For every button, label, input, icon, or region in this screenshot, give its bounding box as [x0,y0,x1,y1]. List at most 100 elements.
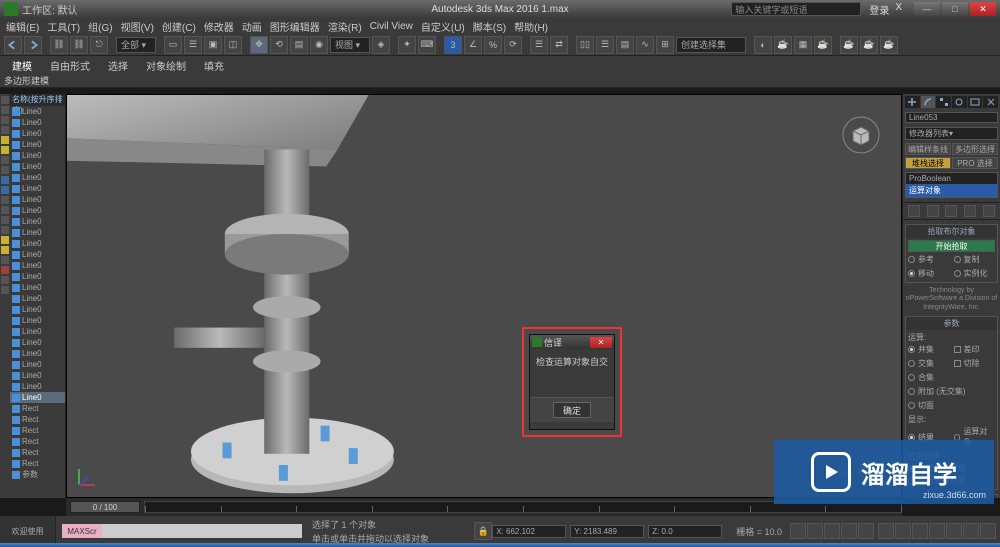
list-item[interactable]: Line0 [10,260,65,271]
undo-button[interactable] [4,36,22,54]
render-button[interactable]: ☕ [814,36,832,54]
opt-move[interactable]: 移动 [918,268,934,279]
sub-poly[interactable]: 多边形建模 [4,74,49,87]
render-production-button[interactable]: ☕ [840,36,858,54]
list-item[interactable]: Line0 [10,205,65,216]
workspace-label[interactable]: 工作区: 默认 [22,2,78,17]
list-item[interactable]: Line0 [10,117,65,128]
list-item[interactable]: Line0 [10,161,65,172]
angle-snap-button[interactable]: ∠ [464,36,482,54]
activeshade-button[interactable]: ☕ [880,36,898,54]
scene-explorer[interactable]: 名称(按升序排序) Line0Line0Line0Line0Line0Line0… [10,94,66,498]
strip-icon[interactable] [1,246,9,254]
list-item[interactable]: 参数 [10,469,65,480]
strip-icon[interactable] [1,126,9,134]
pivot-button[interactable]: ◈ [372,36,390,54]
render-setup-button[interactable]: ☕ [774,36,792,54]
tab-display-icon[interactable] [968,96,983,108]
menu-graph[interactable]: 图形编辑器 [270,19,320,34]
sign-in-x[interactable]: X [895,2,902,17]
list-item[interactable]: Line0 [10,194,65,205]
list-item[interactable]: Line0 [10,326,65,337]
remove-mod-icon[interactable] [964,205,976,217]
strip-icon[interactable] [1,266,9,274]
tab-modeling[interactable]: 建模 [12,58,32,73]
op-attach[interactable]: 附加 (无交集) [918,386,966,397]
sign-in-link[interactable]: 登录 [869,2,889,17]
render-iterative-button[interactable]: ☕ [860,36,878,54]
menu-script[interactable]: 脚本(S) [473,19,506,34]
opt-copy[interactable]: 复制 [964,254,980,265]
poly-select-button[interactable]: 多边形选择 [952,143,998,155]
tab-motion-icon[interactable] [952,96,967,108]
strip-icon[interactable] [1,176,9,184]
stack-select-button[interactable]: 堆栈选择 [905,157,951,169]
select-name-button[interactable]: ☰ [184,36,202,54]
explorer-header[interactable]: 名称(按升序排序) [10,94,65,106]
redo-button[interactable] [24,36,42,54]
unique-icon[interactable] [945,205,957,217]
percent-snap-button[interactable]: % [484,36,502,54]
prev-frame-button[interactable] [807,523,823,539]
list-item[interactable]: Rect [10,425,65,436]
strip-icon[interactable] [1,96,9,104]
menu-edit[interactable]: 编辑(E) [6,19,39,34]
manip-button[interactable]: ✦ [398,36,416,54]
maximize-viewport-button[interactable] [980,523,996,539]
dialog-ok-button[interactable]: 确定 [553,402,591,418]
configure-icon[interactable] [983,205,995,217]
maximize-button[interactable]: □ [942,2,968,16]
opt-reference[interactable]: 参考 [918,254,934,265]
strip-icon[interactable] [1,276,9,284]
op-imprint[interactable]: 差印 [964,344,980,355]
list-item[interactable]: Line0 [10,106,65,117]
search-input[interactable]: 输入关键字或短语 [731,2,861,16]
tab-create-icon[interactable] [905,96,920,108]
tab-selection[interactable]: 选择 [108,58,128,73]
pin-stack-icon[interactable] [908,205,920,217]
edit-spline-button[interactable]: 编辑样条线 [905,143,951,155]
list-item[interactable]: Line0 [10,238,65,249]
menu-modifier[interactable]: 修改器 [204,19,234,34]
rollout-title[interactable]: 拾取布尔对象 [906,225,997,238]
rollout-title-params[interactable]: 参数 [906,317,997,330]
coord-y-field[interactable]: Y: 2183.489 [570,525,644,538]
coord-x-field[interactable]: X: 662.102 [492,525,566,538]
tab-freeform[interactable]: 自由形式 [50,58,90,73]
list-item[interactable]: Line0 [10,249,65,260]
object-name-field[interactable]: Line053 [905,112,998,123]
link-button[interactable]: ⛓ [50,36,68,54]
bind-button[interactable]: ⎋ [90,36,108,54]
start-pick-button[interactable]: 开始拾取 [908,240,995,252]
mini-listener[interactable]: MAXScr [62,524,302,538]
menu-tools[interactable]: 工具(T) [47,19,80,34]
menu-group[interactable]: 组(G) [88,19,112,34]
window-crossing-button[interactable]: ◫ [224,36,242,54]
menu-render[interactable]: 渲染(R) [328,19,362,34]
scale-button[interactable]: ▤ [290,36,308,54]
list-item[interactable]: Line0 [10,271,65,282]
list-item[interactable]: Line0 [10,370,65,381]
list-item[interactable]: Line0 [10,216,65,227]
menu-create[interactable]: 创建(C) [162,19,196,34]
zoom-extents-button[interactable] [929,523,945,539]
ribbon-button[interactable]: ▤ [616,36,634,54]
strip-icon[interactable] [1,226,9,234]
list-item[interactable]: Line0 [10,304,65,315]
list-item[interactable]: Rect [10,436,65,447]
orbit-button[interactable] [963,523,979,539]
op-cookie[interactable]: 切除 [964,358,980,369]
rotate-button[interactable]: ⟲ [270,36,288,54]
op-intersect[interactable]: 交集 [918,358,934,369]
list-item[interactable]: Rect [10,403,65,414]
isolate-button[interactable] [878,523,894,539]
list-item[interactable]: Line0 [10,172,65,183]
rendered-frame-button[interactable]: ▦ [794,36,812,54]
op-slice[interactable]: 切面 [918,400,934,411]
coord-combo[interactable]: 视图 ▾ [330,37,370,53]
unlink-button[interactable]: ⛓ [70,36,88,54]
tab-object-paint[interactable]: 对象绘制 [146,58,186,73]
menu-anim[interactable]: 动画 [242,19,262,34]
strip-icon[interactable] [1,156,9,164]
layers-button[interactable]: ☰ [596,36,614,54]
